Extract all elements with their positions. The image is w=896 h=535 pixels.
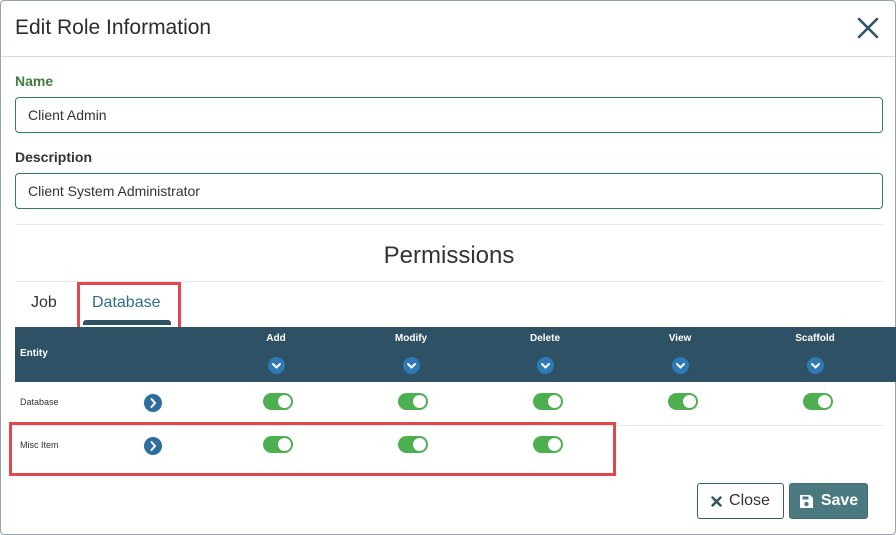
dialog-title: Edit Role Information [15, 16, 212, 39]
toggle-database-view[interactable] [668, 393, 698, 410]
highlight-box-row [9, 422, 616, 476]
tab-job[interactable]: Job [31, 294, 57, 312]
close-x-icon[interactable] [855, 15, 881, 41]
description-input[interactable] [15, 173, 883, 209]
toggle-database-add[interactable] [263, 393, 293, 410]
toggle-database-delete[interactable] [533, 393, 563, 410]
row-entity-database: Database [20, 397, 59, 407]
description-label: Description [15, 149, 93, 165]
chevron-down-icon[interactable] [268, 357, 285, 374]
chevron-down-icon[interactable] [672, 357, 689, 374]
permissions-title: Permissions [383, 242, 515, 269]
save-button[interactable]: Save [789, 483, 868, 519]
name-input[interactable] [15, 97, 883, 133]
chevron-down-icon[interactable] [403, 357, 420, 374]
column-header-entity: Entity [20, 348, 48, 359]
floppy-disk-icon [799, 494, 813, 508]
save-button-label: Save [820, 492, 859, 509]
times-icon [711, 495, 722, 507]
column-header-scaffold: Scaffold [795, 333, 835, 344]
name-label: Name [15, 73, 54, 89]
toggle-database-scaffold[interactable] [803, 393, 833, 410]
table-header: Entity Add Modify Delete View Scaffold [15, 327, 896, 382]
edit-role-dialog: Edit Role Information Name Description P… [0, 0, 896, 535]
column-header-modify: Modify [394, 333, 428, 344]
close-button-label: Close [729, 492, 770, 509]
divider [15, 224, 883, 225]
chevron-down-icon[interactable] [807, 357, 824, 374]
column-header-view: View [668, 333, 692, 344]
dialog-header: Edit Role Information [1, 1, 895, 57]
chevron-right-icon[interactable] [144, 394, 162, 412]
close-button[interactable]: Close [697, 483, 784, 519]
chevron-down-icon[interactable] [537, 357, 554, 374]
column-header-delete: Delete [529, 333, 560, 344]
column-header-add: Add [266, 333, 286, 344]
toggle-database-modify[interactable] [398, 393, 428, 410]
